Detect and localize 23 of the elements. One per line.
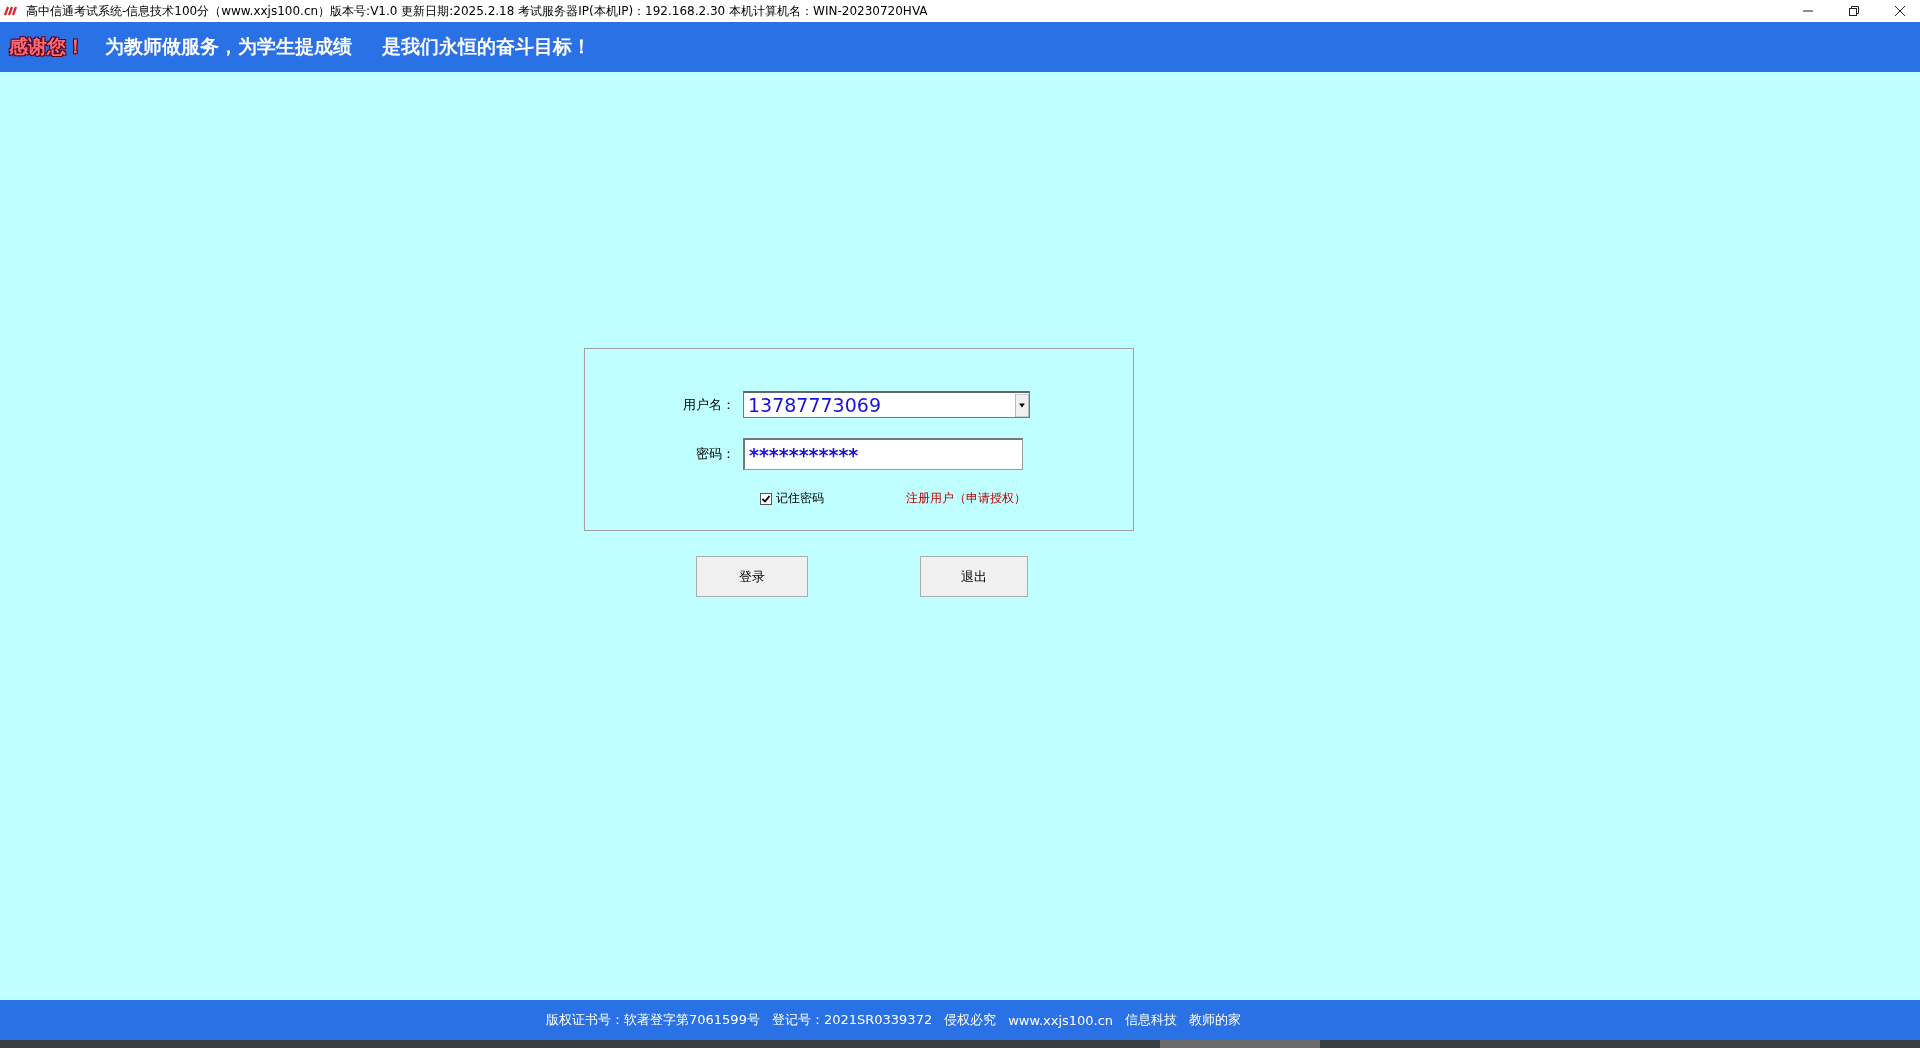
login-button[interactable]: 登录: [696, 556, 808, 597]
footer-text: 信息科技: [1125, 1011, 1178, 1029]
remember-checkbox[interactable]: [760, 492, 772, 505]
dropdown-caret-icon[interactable]: [1015, 393, 1029, 417]
greeting-text: 感谢您！: [9, 34, 85, 59]
footer-text: 版权证书号：软著登字第7061599号: [546, 1011, 760, 1029]
username-label: 用户名：: [682, 395, 736, 414]
register-link[interactable]: 注册用户（申请授权）: [906, 490, 1026, 507]
footer-text: 登记号：2021SR0339372: [771, 1011, 933, 1029]
footer-text: www.xxjs100.cn: [1008, 1012, 1114, 1028]
username-combobox[interactable]: 13787773069: [743, 391, 1030, 418]
restore-icon[interactable]: [1848, 5, 1860, 17]
close-icon[interactable]: [1894, 5, 1906, 17]
app-logo-icon: [4, 5, 18, 17]
slogan-text: 是我们永恒的奋斗目标！: [382, 34, 591, 59]
footer-text: 侵权必究: [944, 1011, 997, 1029]
window-title: 高中信通考试系统-信息技术100分（www.xxjs100.cn）版本号:V1.0 更新日期:2025.2.18 考试服务器IP(本机IP)：192.168.2.30 本机计算机名：WIN-20230720HVA: [26, 2, 928, 20]
remember-password-label[interactable]: 记住密码: [776, 490, 824, 507]
password-field[interactable]: ***********: [743, 438, 1023, 470]
slogan-text: 为教师做服务，为学生提成绩: [105, 34, 352, 59]
exit-button[interactable]: 退出: [920, 556, 1028, 597]
password-label: 密码：: [695, 445, 736, 463]
footer-text: 教师的家: [1189, 1011, 1242, 1029]
